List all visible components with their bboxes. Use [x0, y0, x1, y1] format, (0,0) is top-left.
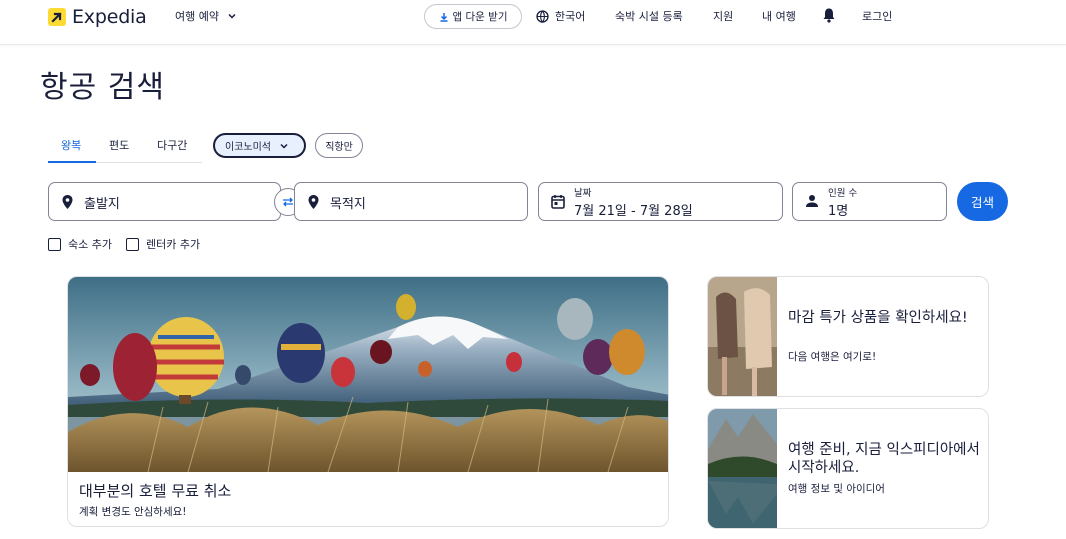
globe-icon [536, 9, 549, 23]
destination-placeholder: 목적지 [330, 197, 366, 212]
download-icon [440, 12, 447, 22]
nonstop-filter-chip[interactable]: 직항만 [315, 133, 363, 158]
destination-field[interactable]: 목적지 [294, 182, 528, 221]
add-stay-label: 숙소 추가 [68, 238, 112, 251]
my-trips-label: 내 여행 [762, 10, 796, 23]
tab-round-trip[interactable]: 왕복 [61, 137, 81, 153]
chevron-down-icon [280, 143, 288, 149]
friends-beach-image [708, 277, 777, 396]
support-link[interactable]: 지원 [713, 8, 733, 24]
top-nav-bar: Expedia 여행 예약 앱 다운 받기 한국어 숙박 시설 등록 지원 내 … [0, 0, 1066, 45]
chevron-down-icon [228, 13, 236, 19]
calendar-icon [551, 195, 565, 209]
dates-value: 7월 21일 - 7월 28일 [574, 204, 693, 219]
cabin-class-label: 이코노미석 [225, 142, 271, 153]
card-subtitle: 다음 여행은 여기로! [788, 351, 877, 363]
last-minute-deals-card[interactable]: 마감 특가 상품을 확인하세요! 다음 여행은 여기로! [707, 276, 989, 397]
dates-label: 날짜 [574, 188, 592, 199]
tab-one-way[interactable]: 편도 [109, 137, 129, 153]
origin-placeholder: 출발지 [84, 197, 120, 212]
card-title: 마감 특가 상품을 확인하세요! [788, 310, 968, 326]
hot-air-balloons-fuji-image [68, 277, 668, 472]
checkbox-box[interactable] [48, 237, 61, 251]
list-property-link[interactable]: 숙박 시설 등록 [615, 8, 683, 24]
active-tab-indicator [48, 161, 96, 163]
add-car-checkbox[interactable]: 렌터카 추가 [126, 236, 200, 252]
dates-field[interactable]: 날짜 7월 21일 - 7월 28일 [538, 182, 783, 221]
add-stay-checkbox[interactable]: 숙소 추가 [48, 236, 112, 252]
expedia-logo-icon [48, 8, 66, 26]
trip-planning-menu[interactable]: 여행 예약 [175, 8, 237, 24]
language-label: 한국어 [555, 10, 586, 23]
notifications-button[interactable] [822, 7, 836, 23]
mountain-lake-image [708, 409, 777, 528]
card-title: 대부분의 호텔 무료 취소 [79, 482, 232, 500]
trip-menu-label: 여행 예약 [175, 10, 219, 23]
page-title: 항공 검색 [40, 70, 165, 105]
search-button[interactable]: 검색 [957, 182, 1008, 221]
location-pin-icon [308, 195, 319, 209]
trip-type-tabs: 왕복 편도 다구간 [48, 131, 202, 163]
add-car-label: 렌터카 추가 [146, 238, 201, 251]
get-app-button[interactable]: 앱 다운 받기 [424, 4, 522, 29]
search-button-label: 검색 [970, 195, 994, 210]
checkbox-box[interactable] [126, 237, 139, 251]
card-subtitle: 계획 변경도 안심하세요! [79, 506, 187, 518]
login-label: 로그인 [862, 10, 893, 23]
free-cancellation-card[interactable]: 대부분의 호텔 무료 취소 계획 변경도 안심하세요! [67, 276, 669, 527]
location-pin-icon [62, 195, 73, 209]
get-app-label: 앱 다운 받기 [452, 11, 508, 23]
support-label: 지원 [713, 10, 734, 23]
tab-multi-city[interactable]: 다구간 [157, 137, 187, 153]
login-link[interactable]: 로그인 [862, 8, 892, 24]
travelers-value: 1명 [828, 204, 849, 219]
card-subtitle: 여행 정보 및 아이디어 [788, 483, 885, 495]
travelers-label: 인원 수 [828, 188, 858, 199]
trip-inspiration-card[interactable]: 여행 준비, 지금 익스피디아에서 시작하세요. 여행 정보 및 아이디어 [707, 408, 989, 529]
my-trips-link[interactable]: 내 여행 [762, 8, 796, 24]
language-selector[interactable]: 한국어 [536, 8, 585, 24]
swap-icon [283, 197, 293, 207]
expedia-logo[interactable]: Expedia [48, 6, 147, 28]
person-icon [806, 195, 818, 207]
travelers-field[interactable]: 인원 수 1명 [792, 182, 947, 221]
card-title: 여행 준비, 지금 익스피디아에서 시작하세요. [788, 442, 980, 476]
list-property-label: 숙박 시설 등록 [615, 10, 683, 23]
cabin-class-dropdown[interactable]: 이코노미석 [213, 133, 306, 158]
origin-field[interactable]: 출발지 [48, 182, 281, 221]
nonstop-label: 직항만 [325, 142, 353, 153]
logo-text: Expedia [72, 6, 147, 28]
bell-icon [823, 8, 835, 23]
